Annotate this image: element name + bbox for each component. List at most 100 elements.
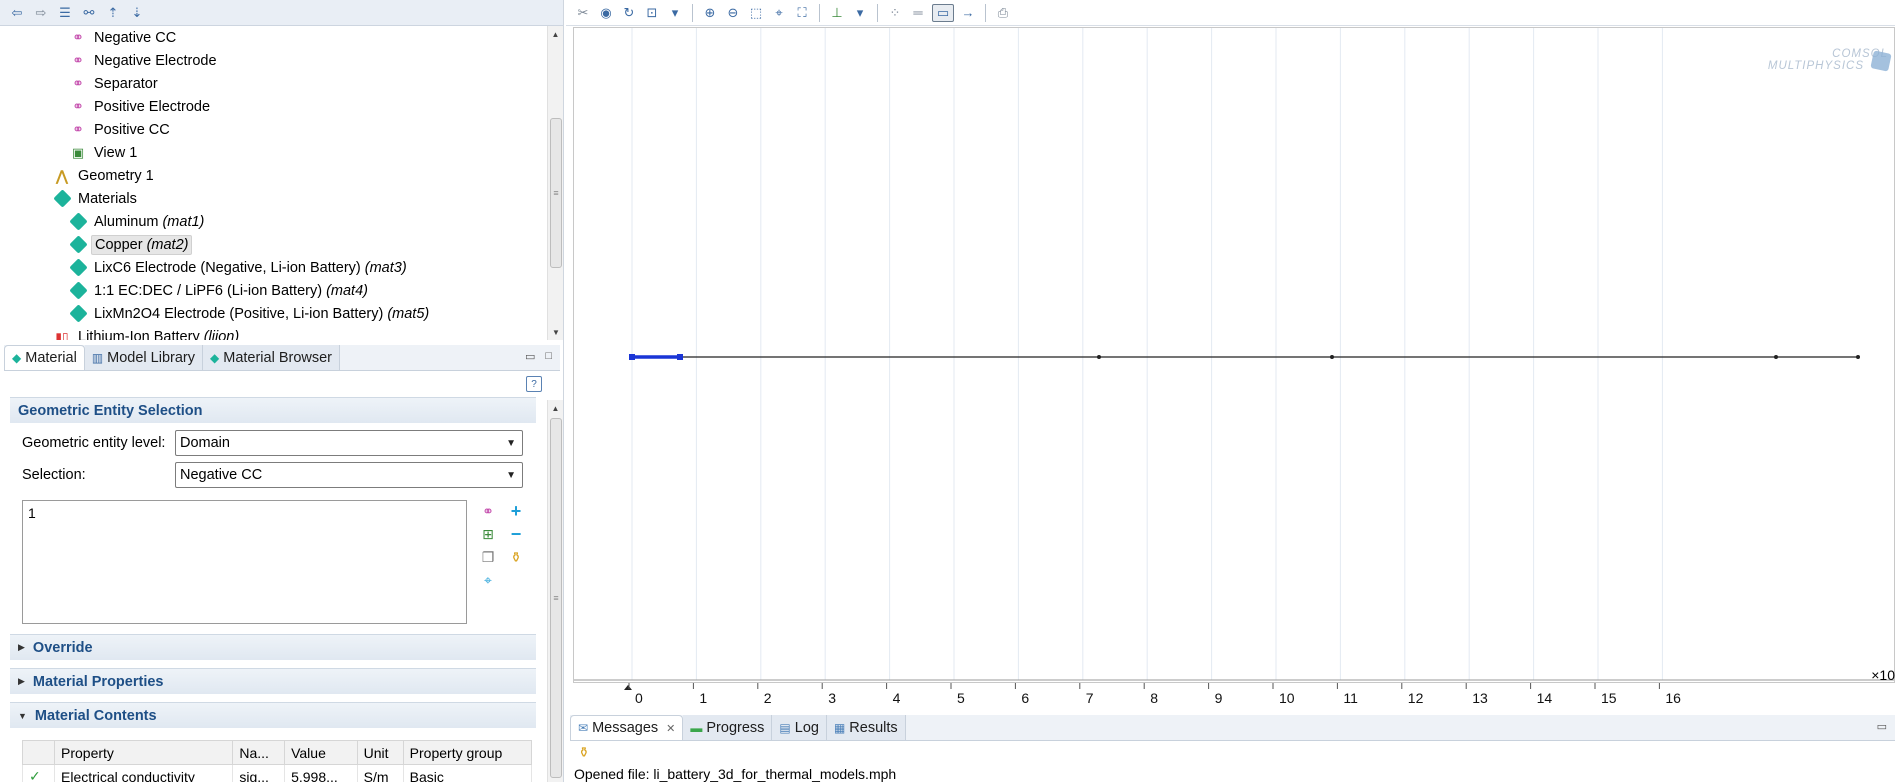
show-tree-icon[interactable]: ☰ [56,4,74,22]
transparency-icon[interactable]: ✂ [574,4,592,22]
graphics-canvas[interactable]: COMSOL MULTIPHYSICS [573,27,1895,683]
zoom-in-icon[interactable]: ⊕ [701,4,719,22]
tree-item[interactable]: 1:1 EC:DEC / LiPF6 (Li-ion Battery) (mat4… [6,279,556,302]
active-selection-icon[interactable]: ⚭ [474,502,502,520]
tab-material[interactable]: ◆ Material [4,345,85,370]
screenshot-icon[interactable]: ⎙ [994,4,1012,22]
tree-item-label: Lithium-Ion Battery (liion) [75,328,242,341]
zoom-selected-icon[interactable]: ⌖ [770,4,788,22]
clear-messages-icon[interactable]: ⚱ [578,744,590,761]
selection-icon: ⚭ [72,52,84,68]
section-geometric-entity-selection[interactable]: Geometric Entity Selection [10,397,536,423]
camera-view-icon[interactable]: ⊡ [643,4,661,22]
help-icon[interactable]: ? [526,376,542,392]
expand-all-icon[interactable]: ⇣ [128,4,146,22]
section-material-properties[interactable]: ▶ Material Properties [10,668,536,694]
entity-level-select[interactable]: Domain ▼ [175,430,523,456]
selection-icon: ⚭ [72,98,84,114]
tab-material-browser[interactable]: ◆ Material Browser [203,345,341,370]
zoom-out-icon[interactable]: ⊖ [724,4,742,22]
vertex[interactable] [1856,355,1860,359]
vertex[interactable] [1330,355,1334,359]
material-browser-icon: ◆ [210,350,220,365]
section-material-contents[interactable]: ▼ Material Contents [10,702,536,728]
tab-messages[interactable]: ✉ Messages ✕ [570,715,684,740]
show-more-icon[interactable]: ⚯ [80,4,98,22]
scroll-up-icon[interactable]: ▲ [548,26,563,42]
clear-selection-icon[interactable]: ⚱ [502,548,530,566]
x-tick-label: 3 [828,690,836,706]
zoom-to-selection-icon[interactable]: ⌖ [474,571,502,589]
tree-item[interactable]: ⚭ Negative CC [6,26,556,49]
tree-item[interactable]: ▣ View 1 [6,141,556,164]
minimize-icon[interactable]: ▭ [1877,720,1887,733]
section-override[interactable]: ▶ Override [10,634,536,660]
scroll-thumb[interactable]: ≡ [550,418,562,778]
geometry-plot[interactable] [574,28,1894,682]
select-lines-icon[interactable]: ═ [909,4,927,22]
library-icon: ▥ [91,350,104,365]
vertex[interactable] [1774,355,1778,359]
axis-icon[interactable]: ⊥ [828,4,846,22]
scroll-up-icon[interactable]: ▲ [548,400,563,416]
tree-item-label: LixC6 Electrode (Negative, Li-ion Batter… [94,259,407,276]
collapse-all-icon[interactable]: ⇡ [104,4,122,22]
close-icon[interactable]: ✕ [666,722,675,735]
progress-icon: ▬ [690,720,703,735]
refresh-icon[interactable]: ↻ [620,4,638,22]
column-header[interactable]: Na... [232,740,286,765]
tab-log[interactable]: ▤ Log [772,715,827,740]
tree-item[interactable]: Materials [6,187,556,210]
chevron-down-icon[interactable]: ▾ [851,4,869,22]
table-row[interactable]: ✓ Electrical conductivity sig... 5.998..… [22,764,533,782]
column-header[interactable]: Property group [402,740,533,765]
settings-scrollbar[interactable]: ▲ ≡ [547,400,563,782]
column-header[interactable]: Property [53,740,234,765]
selection-label: Selection: [22,467,86,483]
forward-arrow-icon[interactable]: ⇨ [32,4,50,22]
tree-item[interactable]: Copper (mat2) [6,233,556,256]
tree-item[interactable]: LixMn2O4 Electrode (Positive, Li-ion Bat… [6,302,556,325]
vertex-selected[interactable] [629,354,635,360]
tree-item[interactable]: Aluminum (mat1) [6,210,556,233]
maximize-icon[interactable]: □ [545,350,552,363]
selection-list[interactable]: 1 [22,500,467,624]
tree-item[interactable]: ⚭ Positive Electrode [6,95,556,118]
scroll-thumb[interactable]: ≡ [550,118,562,268]
vertex[interactable] [1097,355,1101,359]
scroll-down-icon[interactable]: ▼ [548,324,564,340]
zoom-box-icon[interactable]: ⬚ [747,4,765,22]
chevron-down-icon[interactable]: ▾ [666,4,684,22]
tree-item[interactable]: ⚭ Negative Electrode [6,49,556,72]
select-domains-icon[interactable]: ▭ [932,3,954,22]
messages-area: ⚱ Opened file: li_battery_3d_for_thermal… [570,742,1895,782]
tree-item[interactable]: ⋀ Geometry 1 [6,164,556,187]
tab-results[interactable]: ▦ Results [826,715,906,740]
comsol-cube-icon [1870,50,1892,72]
tree-item[interactable]: ▮▯ Lithium-Ion Battery (liion) [6,325,556,341]
left-pane: ⇦ ⇨ ☰ ⚯ ⇡ ⇣ ⚭ Negative CC ⚭ Negative Electr… [0,0,564,782]
column-header[interactable]: Value [284,740,358,765]
tree-item[interactable]: ⚭ Separator [6,72,556,95]
tab-progress[interactable]: ▬ Progress [683,715,773,740]
model-builder-toolbar: ⇦ ⇨ ☰ ⚯ ⇡ ⇣ [0,0,563,26]
tree-item[interactable]: LixC6 Electrode (Negative, Li-ion Batter… [6,256,556,279]
tree-scrollbar[interactable]: ▲ ≡ ▼ [547,26,563,340]
selection-select[interactable]: Negative CC ▼ [175,462,523,488]
minimize-icon[interactable]: ▭ [525,350,535,363]
back-arrow-icon[interactable]: ⇦ [8,4,26,22]
zoom-extents-icon[interactable]: ⛶ [793,4,811,22]
arrow-right-icon[interactable]: → [959,4,977,22]
add-to-selection-icon[interactable]: + [502,501,530,521]
remove-from-selection-icon[interactable]: − [502,524,530,544]
column-header[interactable]: Unit [356,740,404,765]
tree-item[interactable]: ⚭ Positive CC [6,118,556,141]
material-icon [68,212,88,231]
x-tick-label: 13 [1472,690,1488,706]
vertex-selected[interactable] [677,354,683,360]
copy-selection-icon[interactable]: ❐ [474,548,502,566]
tab-model-library[interactable]: ▥ Model Library [84,345,203,370]
create-selection-icon[interactable]: ⊞ [474,525,502,543]
view-icon[interactable]: ◉ [597,4,615,22]
select-points-icon[interactable]: ⁘ [886,4,904,22]
